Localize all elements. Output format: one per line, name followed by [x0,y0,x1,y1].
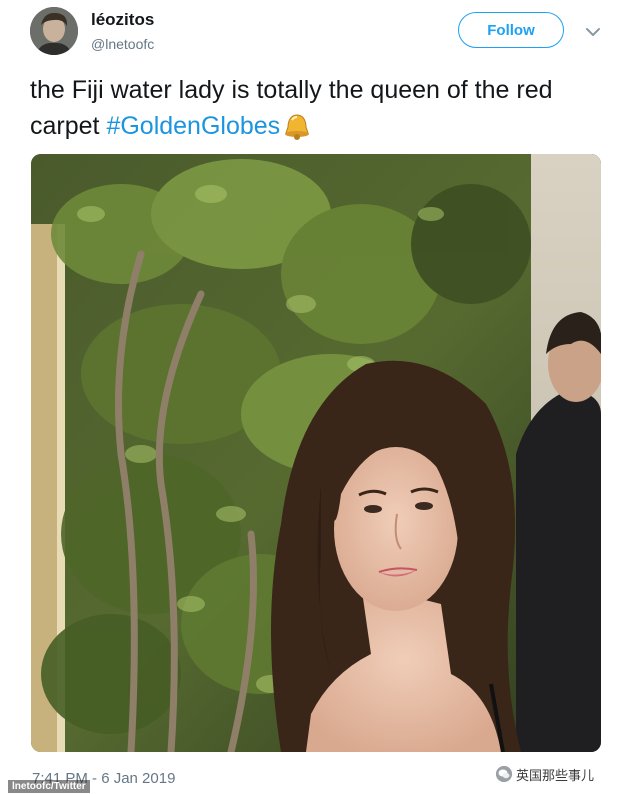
author-handle[interactable]: @lnetoofc [91,36,154,52]
more-options-button[interactable] [583,22,603,42]
avatar-image [30,7,78,55]
watermark: 英国那些事儿 [496,763,594,785]
tweet-text: the Fiji water lady is totally the queen… [30,72,600,150]
author-name[interactable]: léozitos [91,10,154,30]
photo-credit: lnetoofc/Twitter [8,780,90,793]
watermark-text: 英国那些事儿 [516,767,595,783]
photo-image [31,154,601,752]
follow-button[interactable]: Follow [458,12,564,48]
wechat-icon [496,766,512,782]
author-avatar[interactable] [30,7,78,55]
hashtag-link[interactable]: #GoldenGlobes [106,112,280,140]
bell-emoji-icon [282,112,312,150]
chevron-down-icon [586,28,600,36]
tweet-photo[interactable] [31,154,601,752]
